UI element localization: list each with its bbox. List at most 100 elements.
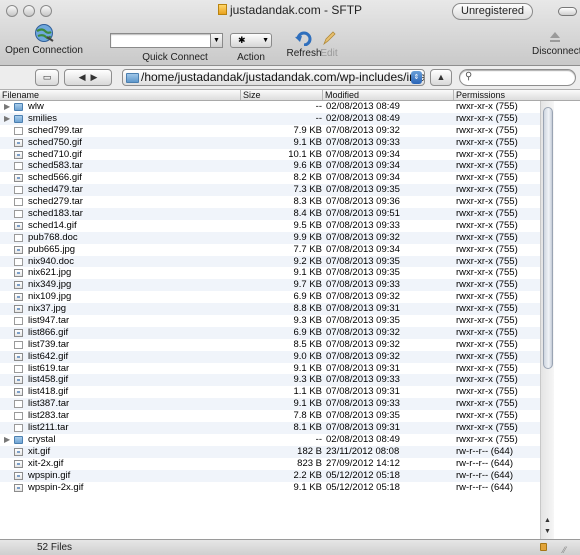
file-name: list947.tar — [28, 315, 70, 327]
file-row[interactable]: nix940.doc 9.2 KB 07/08/2013 09:35 rwxr-xr-… — [0, 255, 540, 268]
scroll-down-arrow-icon[interactable]: ▼ — [544, 528, 551, 535]
column-divider[interactable] — [453, 90, 454, 100]
file-row[interactable]: pub665.jpg 7.7 KB 07/08/2013 09:34 rwxr-xr-… — [0, 244, 540, 256]
file-name: list739.tar — [28, 338, 70, 350]
file-permissions: rwxr-xr-x (755) — [456, 410, 518, 422]
file-row[interactable]: list619.tar 9.1 KB 07/08/2013 09:31 rwxr-xr… — [0, 363, 540, 375]
quick-connect-select[interactable]: ▼ — [110, 33, 223, 48]
file-modified: 02/08/2013 08:49 — [326, 433, 400, 445]
file-permissions: rw-r--r-- (644) — [456, 481, 513, 493]
search-icon: ⚲ — [465, 71, 473, 82]
file-row[interactable]: sched799.tar 7.9 KB 07/08/2013 09:32 rwxr-x… — [0, 125, 540, 137]
file-size: 9.3 KB — [293, 315, 322, 327]
quick-connect-label: Quick Connect — [142, 52, 208, 63]
file-size: 9.3 KB — [293, 374, 322, 386]
column-permissions[interactable]: Permissions — [456, 90, 505, 100]
column-size[interactable]: Size — [243, 90, 261, 100]
file-permissions: rwxr-xr-x (755) — [456, 338, 518, 350]
file-modified: 02/08/2013 08:49 — [326, 112, 400, 124]
file-row[interactable]: list211.tar 8.1 KB 07/08/2013 09:31 rwxr-xr… — [0, 422, 540, 434]
disclosure-triangle-icon[interactable]: ▶ — [4, 434, 11, 446]
file-row[interactable]: list418.gif 1.1 KB 07/08/2013 09:31 rwxr-xr… — [0, 386, 540, 398]
file-size: 1.1 KB — [293, 386, 322, 398]
file-name: sched279.tar — [28, 196, 83, 208]
scrollbar-thumb[interactable] — [543, 107, 553, 369]
file-row[interactable]: xit-2x.gif 823 B 27/09/2012 14:12 rw-r--r--… — [0, 458, 540, 470]
toolbar-toggle-button[interactable] — [558, 7, 577, 16]
file-permissions: rwxr-xr-x (755) — [456, 279, 518, 291]
file-permissions: rwxr-xr-x (755) — [456, 350, 518, 362]
file-name: sched750.gif — [28, 136, 82, 148]
edit-button[interactable]: Edit — [318, 30, 340, 59]
file-row[interactable]: ▶ crystal -- 02/08/2013 08:49 rwxr-xr-x (755… — [0, 434, 540, 446]
file-row[interactable]: sched183.tar 8.4 KB 07/08/2013 09:51 rwxr-x… — [0, 208, 540, 220]
file-row[interactable]: nix349.jpg 9.7 KB 07/08/2013 09:33 rwxr-xr-… — [0, 279, 540, 292]
refresh-button[interactable]: Refresh — [286, 30, 322, 59]
file-row[interactable]: list739.tar 8.5 KB 07/08/2013 09:32 rwxr-xr… — [0, 339, 540, 351]
file-permissions: rwxr-xr-x (755) — [456, 315, 518, 327]
file-row[interactable]: list866.gif 6.9 KB 07/08/2013 09:32 rwxr-xr… — [0, 326, 540, 339]
file-row[interactable]: sched583.tar 9.6 KB 07/08/2013 09:34 rwxr-x… — [0, 160, 540, 173]
column-filename[interactable]: Filename — [2, 90, 39, 100]
scroll-up-arrow-icon[interactable]: ▲ — [544, 517, 551, 524]
column-divider[interactable] — [322, 90, 323, 100]
column-divider[interactable] — [240, 90, 241, 100]
file-modified: 07/08/2013 09:31 — [326, 362, 400, 374]
window-title-text: justadandak.com - SFTP — [229, 3, 363, 17]
file-row[interactable]: xit.gif 182 B 23/11/2012 08:08 rw-r--r-- (6… — [0, 445, 540, 458]
back-forward-buttons[interactable]: ◀ ▶ — [64, 69, 112, 86]
action-label: Action — [237, 52, 265, 63]
file-row[interactable]: wpspin.gif 2.2 KB 05/12/2012 05:18 rw-r--r-… — [0, 469, 540, 482]
unregistered-badge[interactable]: Unregistered — [452, 3, 533, 20]
file-row[interactable]: nix37.jpg 8.8 KB 07/08/2013 09:31 rwxr-xr-x… — [0, 303, 540, 316]
file-permissions: rwxr-xr-x (755) — [456, 101, 518, 112]
file-row[interactable]: wpspin-2x.gif 9.1 KB 05/12/2012 05:18 rw-r-… — [0, 482, 540, 494]
resize-grip-icon[interactable]: ⁄⁄ — [563, 543, 566, 555]
parent-directory-button[interactable]: ▲ — [430, 69, 452, 86]
file-row[interactable]: list947.tar 9.3 KB 07/08/2013 09:35 rwxr-xr… — [0, 315, 540, 327]
bookmarks-button[interactable]: ▭ — [35, 69, 59, 86]
file-modified: 07/08/2013 09:33 — [326, 279, 400, 291]
file-row[interactable]: ▶ smilies -- 02/08/2013 08:49 rwxr-xr-x (755… — [0, 112, 540, 125]
file-row[interactable]: sched279.tar 8.3 KB 07/08/2013 09:36 rwxr-x… — [0, 196, 540, 208]
file-size: 6.9 KB — [293, 326, 322, 338]
disconnect-label: Disconnect — [532, 46, 580, 57]
open-connection-button[interactable]: Open Connection — [4, 23, 84, 56]
file-name: list283.tar — [28, 410, 70, 422]
folder-icon — [126, 73, 139, 83]
vertical-scrollbar[interactable]: ▲ ▼ — [540, 101, 554, 539]
file-modified: 07/08/2013 09:31 — [326, 303, 400, 315]
file-icon — [14, 198, 23, 207]
file-size: 8.1 KB — [293, 422, 322, 434]
disclosure-triangle-icon[interactable]: ▶ — [4, 101, 11, 113]
file-row[interactable]: list283.tar 7.8 KB 07/08/2013 09:35 rwxr-xr… — [0, 410, 540, 422]
file-permissions: rwxr-xr-x (755) — [456, 326, 518, 338]
column-modified[interactable]: Modified — [325, 90, 359, 100]
file-row[interactable]: ▶ wlw -- 02/08/2013 08:49 rwxr-xr-x (755) — [0, 101, 540, 113]
search-field[interactable]: ⚲ — [459, 69, 576, 86]
file-icon — [14, 412, 23, 421]
file-permissions: rwxr-xr-x (755) — [456, 196, 518, 208]
file-row[interactable]: nix109.jpg 6.9 KB 07/08/2013 09:32 rwxr-xr-… — [0, 291, 540, 303]
path-select[interactable]: /home/justadandak/justadandak.com/wp-inc… — [122, 69, 425, 86]
action-menu-button[interactable]: ✱ ▼ — [230, 33, 272, 48]
file-row[interactable]: nix621.jpg 9.1 KB 07/08/2013 09:35 rwxr-xr-… — [0, 267, 540, 279]
up-arrow-icon: ▲ — [436, 72, 446, 82]
file-row[interactable]: sched566.gif 8.2 KB 07/08/2013 09:34 rwxr-x… — [0, 172, 540, 184]
file-icon — [14, 257, 23, 266]
disclosure-triangle-icon[interactable]: ▶ — [4, 113, 11, 125]
forward-arrow-icon[interactable]: ▶ — [91, 72, 98, 82]
file-name: list418.gif — [28, 386, 69, 398]
file-row[interactable]: list458.gif 9.3 KB 07/08/2013 09:33 rwxr-xr… — [0, 374, 540, 387]
file-row[interactable]: sched14.gif 9.5 KB 07/08/2013 09:33 rwxr-xr… — [0, 220, 540, 232]
file-size: -- — [315, 101, 322, 112]
disconnect-button[interactable]: Disconnect — [532, 30, 580, 57]
file-row[interactable]: sched710.gif 10.1 KB 07/08/2013 09:34 rwxr-… — [0, 149, 540, 161]
file-row[interactable]: list642.gif 9.0 KB 07/08/2013 09:32 rwxr-xr… — [0, 350, 540, 363]
file-list[interactable]: ▶ wlw -- 02/08/2013 08:49 rwxr-xr-x (755) ▶ sm… — [0, 101, 540, 539]
file-row[interactable]: list387.tar 9.1 KB 07/08/2013 09:33 rwxr-xr… — [0, 398, 540, 411]
file-row[interactable]: sched750.gif 9.1 KB 07/08/2013 09:33 rwxr-x… — [0, 136, 540, 149]
file-row[interactable]: pub768.doc 9.9 KB 07/08/2013 09:32 rwxr-xr-… — [0, 231, 540, 244]
back-arrow-icon[interactable]: ◀ — [79, 72, 86, 82]
file-row[interactable]: sched479.tar 7.3 KB 07/08/2013 09:35 rwxr-x… — [0, 184, 540, 197]
